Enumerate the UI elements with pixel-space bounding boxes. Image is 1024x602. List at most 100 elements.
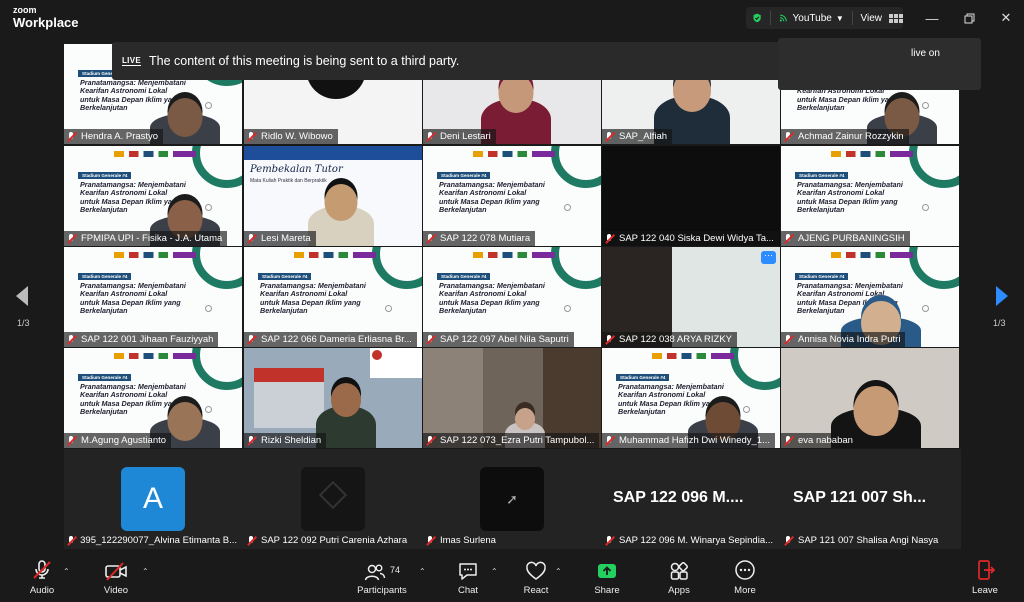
live-stream-indicator[interactable]: YouTube ▼ View xyxy=(746,7,903,29)
mic-muted-icon xyxy=(784,234,793,243)
video-grid: Stadium Generale #4 Pranatamangsa: Menjem… xyxy=(64,44,961,448)
minimize-icon[interactable]: — xyxy=(924,10,940,26)
mic-muted-icon xyxy=(426,132,435,141)
mic-muted-icon xyxy=(426,234,435,243)
participant-name: eva nababan xyxy=(781,433,858,448)
restore-icon[interactable] xyxy=(961,10,977,26)
participant-name: Hendra A. Prastyo xyxy=(64,129,164,144)
participant-tile[interactable]: Stadium Generale #4Pranatamangsa: Menjem… xyxy=(64,348,242,448)
participant-name: SAP 122 073_Ezra Putri Tampubol... xyxy=(423,433,600,448)
participant-tile[interactable]: eva nababan xyxy=(781,348,959,448)
share-screen-icon xyxy=(598,564,616,578)
participants-icon xyxy=(364,564,386,581)
participant-tile[interactable]: Stadium Generale #4Pranatamangsa: Menjem… xyxy=(423,247,601,347)
participants-button[interactable]: 74 Participants xyxy=(352,555,412,602)
participant-name: Rizki Sheldian xyxy=(244,433,327,448)
participant-tile[interactable]: Stadium Generale #4Pranatamangsa: Menjem… xyxy=(423,146,601,246)
live-badge: LIVE xyxy=(122,56,141,66)
apps-button[interactable]: Apps xyxy=(664,555,694,602)
participant-tile[interactable]: SAP 122 092 Putri Carenia Azhara xyxy=(244,449,422,549)
share-button[interactable]: Share xyxy=(592,555,622,602)
participant-tile[interactable]: SAP 122 096 M.... SAP 122 096 M. Winarya… xyxy=(602,449,780,549)
video-label: Video xyxy=(103,585,129,596)
participant-name: SAP 122 066 Dameria Erliasna Br... xyxy=(244,332,417,347)
participant-tile[interactable]: A 395_122290077_Alvina Etimanta B... xyxy=(64,449,242,549)
mic-muted-icon xyxy=(605,335,614,344)
chat-options-icon[interactable]: ⌃ xyxy=(491,567,498,576)
audio-options-icon[interactable]: ⌃ xyxy=(63,567,70,576)
participant-name: Deni Lestari xyxy=(423,129,496,144)
participant-name: Ridlo W. Wibowo xyxy=(244,129,338,144)
avatar: A xyxy=(121,467,185,531)
leave-button[interactable]: Leave xyxy=(970,555,1000,602)
avatar-row: A 395_122290077_Alvina Etimanta B... SAP… xyxy=(64,449,961,549)
participant-tile[interactable]: SAP 122 073_Ezra Putri Tampubol... xyxy=(423,348,601,448)
participants-label: Participants xyxy=(357,585,407,596)
participant-tile[interactable]: ··· SAP 122 038 ARYA RIZKY xyxy=(602,247,780,347)
mic-muted-icon xyxy=(67,436,76,445)
chat-button[interactable]: Chat xyxy=(453,555,483,602)
react-label: React xyxy=(523,585,549,596)
leave-label: Leave xyxy=(972,585,998,596)
shield-check-icon xyxy=(753,13,761,23)
more-icon xyxy=(735,560,755,580)
participant-tile[interactable]: Stadium Generale #4Pranatamangsa: Menjem… xyxy=(781,247,959,347)
mic-muted-icon xyxy=(247,536,256,545)
mic-muted-icon xyxy=(247,132,256,141)
participant-tile[interactable]: Pembekalan Tutor Mata Kuliah Praktik dan … xyxy=(244,146,422,246)
video-options-icon[interactable]: ⌃ xyxy=(142,567,149,576)
page-indicator-right: 1/3 xyxy=(993,318,1006,328)
participant-big-name: SAP 121 007 Sh... xyxy=(793,489,927,506)
more-options-badge[interactable]: ··· xyxy=(761,251,776,264)
participant-name: Lesi Mareta xyxy=(244,231,316,246)
chat-label: Chat xyxy=(457,585,479,596)
participant-name: SAP 121 007 Shalisa Angi Nasya xyxy=(781,533,943,548)
participant-big-name: SAP 122 096 M.... xyxy=(613,489,744,506)
mic-muted-icon xyxy=(784,335,793,344)
participants-options-icon[interactable]: ⌃ xyxy=(419,567,426,576)
zoom-window: zoom Workplace YouTube ▼ View — ✕ 1/3 1/… xyxy=(0,0,1024,602)
participant-tile[interactable]: Rizki Sheldian xyxy=(244,348,422,448)
share-label: Share xyxy=(594,585,620,596)
participants-count: 74 xyxy=(389,565,400,575)
page-indicator-left: 1/3 xyxy=(17,318,30,328)
participant-name: Achmad Zainur Rozzykin xyxy=(781,129,909,144)
mic-muted-icon xyxy=(605,132,614,141)
react-options-icon[interactable]: ⌃ xyxy=(555,567,562,576)
mic-muted-icon xyxy=(33,560,51,579)
participant-tile[interactable]: Stadium Generale #4Pranatamangsa: Menjem… xyxy=(64,247,242,347)
audio-label: Audio xyxy=(29,585,55,596)
participant-tile[interactable]: Stadium Generale #4Pranatamangsa: Menjem… xyxy=(244,247,422,347)
prev-page-icon[interactable] xyxy=(16,286,28,306)
mic-muted-icon xyxy=(247,335,256,344)
participant-tile[interactable]: SAP 121 007 Sh... SAP 121 007 Shalisa An… xyxy=(781,449,959,549)
next-page-icon[interactable] xyxy=(996,286,1008,306)
video-button[interactable]: Video xyxy=(101,555,131,602)
participant-tile[interactable]: SAP 122 040 Siska Dewi Widya Ta... xyxy=(602,146,780,246)
mic-muted-icon xyxy=(605,536,614,545)
mic-muted-icon xyxy=(67,132,76,141)
participant-tile[interactable]: Stadium Generale #4Pranatamangsa: Menjem… xyxy=(602,348,780,448)
react-button[interactable]: React xyxy=(521,555,551,602)
participant-name: 395_122290077_Alvina Etimanta B... xyxy=(64,533,242,548)
participant-tile[interactable]: ➚ Imas Surlena xyxy=(423,449,601,549)
participant-video xyxy=(308,184,374,246)
close-icon[interactable]: ✕ xyxy=(998,10,1014,26)
participant-name: FPMIPA UPI - Fisika - J.A. Utama xyxy=(64,231,228,246)
notice-message: The content of this meeting is being sen… xyxy=(148,54,460,68)
audio-button[interactable]: Audio xyxy=(27,555,57,602)
heart-icon xyxy=(526,561,546,580)
broadcast-icon xyxy=(779,14,787,22)
meeting-toolbar: Audio ⌃ Video ⌃ 74 Participants ⌃ Chat ⌃… xyxy=(0,555,1024,602)
leave-icon xyxy=(978,560,995,580)
participant-name: SAP 122 078 Mutiara xyxy=(423,231,536,246)
mic-muted-icon xyxy=(67,335,76,344)
participant-tile[interactable]: Stadium Generale #4Pranatamangsa: Menjem… xyxy=(64,146,242,246)
mic-muted-icon xyxy=(247,436,256,445)
participant-tile[interactable]: Stadium Generale #4Pranatamangsa: Menjem… xyxy=(781,146,959,246)
view-grid-icon xyxy=(888,13,903,23)
zoom-logo: zoom Workplace xyxy=(13,5,79,30)
view-button[interactable]: View xyxy=(860,13,882,24)
more-button[interactable]: More xyxy=(730,555,760,602)
mic-muted-icon xyxy=(67,234,76,243)
